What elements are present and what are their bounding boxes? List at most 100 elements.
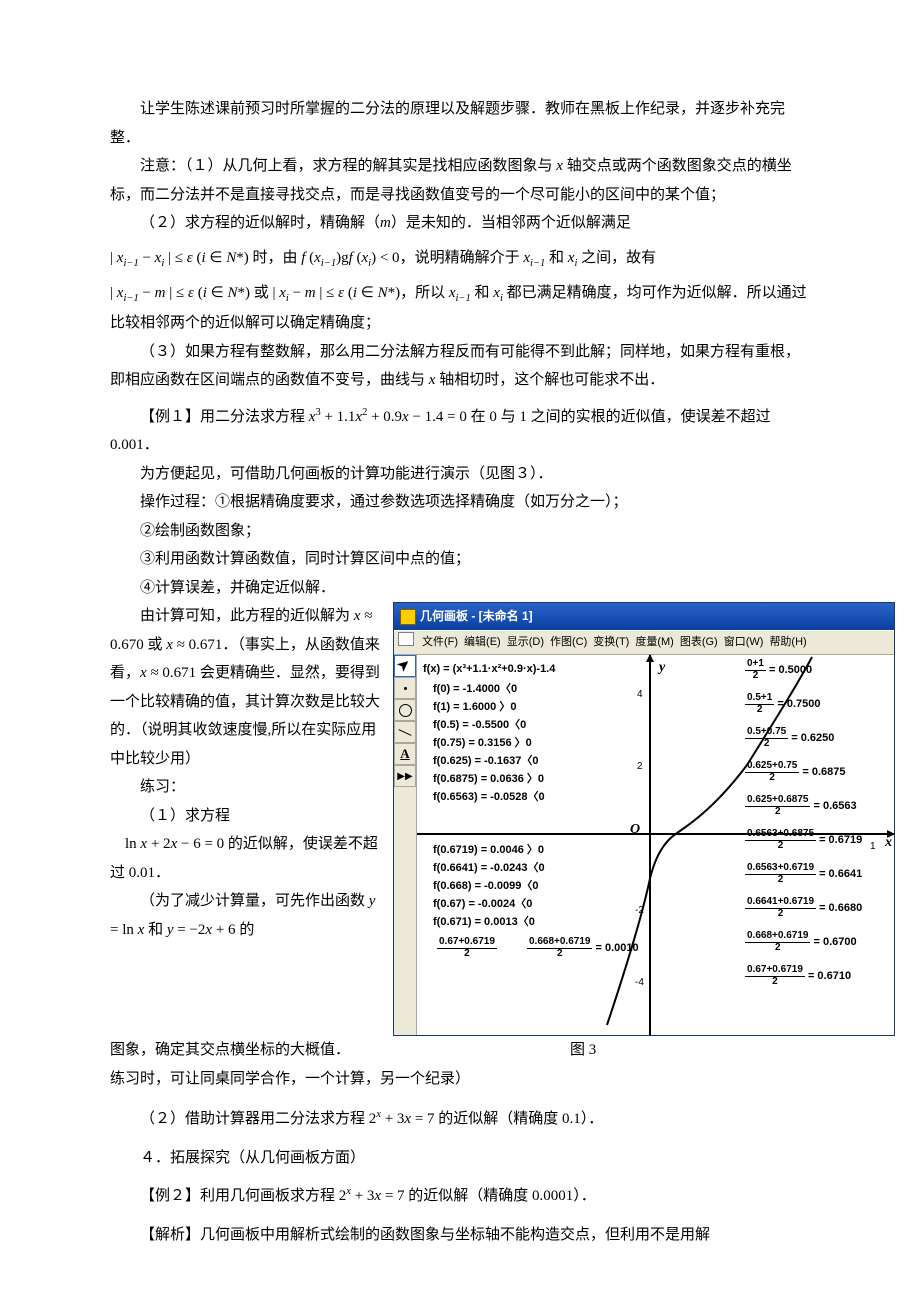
- tool-text[interactable]: A: [394, 743, 416, 765]
- math-expr: x ≈ 0.671: [166, 637, 222, 653]
- gsp-canvas[interactable]: y x O 4 2 -2 -4 1 f(x) = (x³+1.1·x²+0.9·…: [417, 655, 894, 1035]
- paragraph: ③利用函数计算函数值，同时计算区间中点的值；: [110, 545, 810, 574]
- f-value: f(0.6563) = -0.0528〈0: [433, 787, 545, 808]
- paragraph: 让学生陈述课前预习时所掌握的二分法的原理以及解题步骤．教师在黑板上作纪录，并逐步…: [110, 95, 810, 152]
- tool-point[interactable]: [394, 677, 416, 699]
- text: 的近似解（精确度 0.0001）．: [405, 1188, 596, 1204]
- tool-circle[interactable]: [394, 699, 416, 721]
- math-expr: | xi−1 − xi | ≤ ε (i ∈ N*): [110, 250, 249, 266]
- text: 时，由: [249, 250, 302, 266]
- menu-item[interactable]: 变换(T): [593, 632, 629, 653]
- math-expr: x3 + 1.1x2 + 0.9x − 1.4 = 0: [309, 409, 467, 425]
- midpoint-frac: 0.6563+0.68752 = 0.6719: [745, 829, 862, 851]
- example-2: 【例２】利用几何画板求方程 2x + 3x = 7 的近似解（精确度 0.000…: [110, 1182, 810, 1211]
- function-def: f(x) = (x³+1.1·x²+0.9·x)-1.4: [423, 659, 555, 680]
- left-column: 由计算可知，此方程的近似解为 x ≈ 0.670 或 x ≈ 0.671．（事实…: [110, 602, 385, 944]
- paragraph: 操作过程：①根据精确度要求，通过参数选项选择精确度（如万分之一）；: [110, 488, 810, 517]
- midpoint-frac: 0.5+0.752 = 0.6250: [745, 727, 834, 749]
- midpoint-frac: 0.668+0.67192 = 0.0010: [527, 937, 639, 959]
- math-expr: xi: [493, 285, 503, 301]
- practice-note: （为了减少计算量，可先作出函数 y = ln x 和 y = −2x + 6 的: [110, 887, 385, 944]
- text: 【例１】用二分法求方程: [140, 409, 309, 425]
- analysis: 【解析】几何画板中用解析式绘制的函数图象与坐标轴不能构造交点，但利用不是用解: [110, 1221, 810, 1250]
- text: 由计算可知，此方程的近似解为: [140, 608, 354, 624]
- tool-custom[interactable]: ▶▶: [394, 765, 416, 787]
- math-expr: ln x + 2x − 6 = 0: [125, 836, 224, 852]
- text: ，所以: [400, 285, 449, 301]
- midpoint-frac: 0.5+12 = 0.7500: [745, 693, 821, 715]
- practice-2: （２）借助计算器用二分法求方程 2x + 3x = 7 的近似解（精确度 0.1…: [110, 1105, 810, 1134]
- math-expr: 2x + 3x = 7: [369, 1111, 435, 1127]
- paragraph: （３）如果方程有整数解，那么用二分法解方程反而有可能得不到此解；同样地，如果方程…: [110, 338, 810, 395]
- paragraph: ④计算误差，并确定近似解．: [110, 574, 810, 603]
- menu-item[interactable]: 文件(F): [422, 632, 458, 653]
- doc-icon: [398, 632, 414, 646]
- example-1: 【例１】用二分法求方程 x3 + 1.1x2 + 0.9x − 1.4 = 0 …: [110, 403, 810, 460]
- paragraph: ②绘制函数图象；: [110, 517, 810, 546]
- math-expr: xi−1: [523, 250, 545, 266]
- math-expr: 2x + 3x = 7: [339, 1188, 405, 1204]
- paragraph: 为方便起见，可借助几何画板的计算功能进行演示（见图３）．: [110, 460, 810, 489]
- math-var: m: [380, 215, 391, 231]
- menu-item[interactable]: 图表(G): [680, 632, 718, 653]
- window-title: 几何画板 - [未命名 1]: [420, 605, 533, 628]
- text: 或: [144, 637, 167, 653]
- gsp-body: ➤ A ▶▶ y x O 4 2 -2 -4 1: [394, 655, 894, 1035]
- midpoint-frac: 0+12 = 0.5000: [745, 659, 812, 681]
- gsp-toolbar[interactable]: ➤ A ▶▶: [394, 655, 417, 1035]
- section-4: ４．拓展探究（从几何画板方面）: [110, 1144, 810, 1173]
- paragraph: 练习时，可让同桌同学合作，一个计算，另一个纪录）: [110, 1065, 810, 1094]
- midpoint-frac: 0.67+0.67192: [437, 937, 497, 959]
- midpoint-frac: 0.67+0.67192 = 0.6710: [745, 965, 851, 987]
- text: 和: [471, 285, 494, 301]
- math-expr: f (xi−1)gf (xi) < 0: [301, 250, 399, 266]
- math-var: x: [556, 158, 563, 174]
- text: ）是未知的．当相邻两个近似解满足: [391, 215, 631, 231]
- math-expr: xi: [568, 250, 578, 266]
- figure-3: 几何画板 - [未命名 1] 文件(F) 编辑(E) 显示(D) 作图(C) 变…: [393, 602, 895, 1036]
- paragraph: 由计算可知，此方程的近似解为 x ≈ 0.670 或 x ≈ 0.671．（事实…: [110, 602, 385, 773]
- menu-item[interactable]: 帮助(H): [769, 632, 806, 653]
- text: 轴相切时，这个解也可能求不出．: [435, 372, 664, 388]
- text-icon: A: [400, 742, 409, 767]
- math-expr: | xi−1 − m | ≤ ε (i ∈ N*): [110, 285, 250, 301]
- menu-item[interactable]: 作图(C): [550, 632, 587, 653]
- menu-item[interactable]: 编辑(E): [464, 632, 501, 653]
- gsp-menubar[interactable]: 文件(F) 编辑(E) 显示(D) 作图(C) 变换(T) 度量(M) 图表(G…: [394, 630, 894, 655]
- midpoint-frac: 0.625+0.68752 = 0.6563: [745, 795, 857, 817]
- midpoint-frac: 0.6563+0.67192 = 0.6641: [745, 863, 862, 885]
- text: 的近似解（精确度 0.1）．: [435, 1111, 604, 1127]
- dot-icon: [404, 687, 407, 690]
- midpoint-frac: 0.6641+0.67192 = 0.6680: [745, 897, 862, 919]
- gsp-window: 几何画板 - [未命名 1] 文件(F) 编辑(E) 显示(D) 作图(C) 变…: [393, 602, 895, 1036]
- text: 和: [545, 250, 568, 266]
- text: 之间，故有: [577, 250, 656, 266]
- arrow-icon: ➤: [392, 652, 418, 680]
- menu-item[interactable]: 度量(M): [635, 632, 674, 653]
- practice-heading: 练习：: [110, 773, 385, 802]
- text: （２）借助计算器用二分法求方程: [140, 1111, 369, 1127]
- practice-1-eq: ln x + 2x − 6 = 0 的近似解，使误差不超过 0.01．: [110, 830, 385, 887]
- gsp-titlebar[interactable]: 几何画板 - [未命名 1]: [394, 603, 894, 630]
- menu-item[interactable]: 窗口(W): [724, 632, 764, 653]
- line-icon: [398, 729, 411, 736]
- paragraph: | xi−1 − xi | ≤ ε (i ∈ N*) 时，由 f (xi−1)g…: [110, 244, 810, 274]
- tool-line[interactable]: [394, 721, 416, 743]
- math-expr: x ≈ 0.671: [140, 665, 196, 681]
- paragraph: 注意：（１）从几何上看，求方程的解其实是找相应函数图象与 x 轴交点或两个函数图…: [110, 152, 810, 209]
- custom-icon: ▶▶: [397, 767, 412, 786]
- text: 的: [236, 922, 255, 938]
- paragraph: | xi−1 − m | ≤ ε (i ∈ N*) 或 | xi − m | ≤…: [110, 279, 810, 337]
- figure-caption: 图 3: [570, 1036, 596, 1065]
- figure-row: 由计算可知，此方程的近似解为 x ≈ 0.670 或 x ≈ 0.671．（事实…: [110, 602, 810, 1036]
- app-icon: [400, 609, 416, 625]
- tool-arrow[interactable]: ➤: [394, 655, 416, 677]
- menu-item[interactable]: 显示(D): [507, 632, 544, 653]
- text: （２）求方程的近似解时，精确解（: [140, 215, 380, 231]
- midpoint-frac: 0.625+0.752 = 0.6875: [745, 761, 846, 783]
- f-value: f(0.671) = 0.0013〈0: [433, 912, 535, 933]
- math-expr: y = −2x + 6: [167, 922, 236, 938]
- text: 和: [144, 922, 167, 938]
- after-figure-row: 图象，确定其交点横坐标的大概值． 图 3: [110, 1036, 810, 1065]
- text: （为了减少计算量，可先作出函数: [140, 893, 369, 909]
